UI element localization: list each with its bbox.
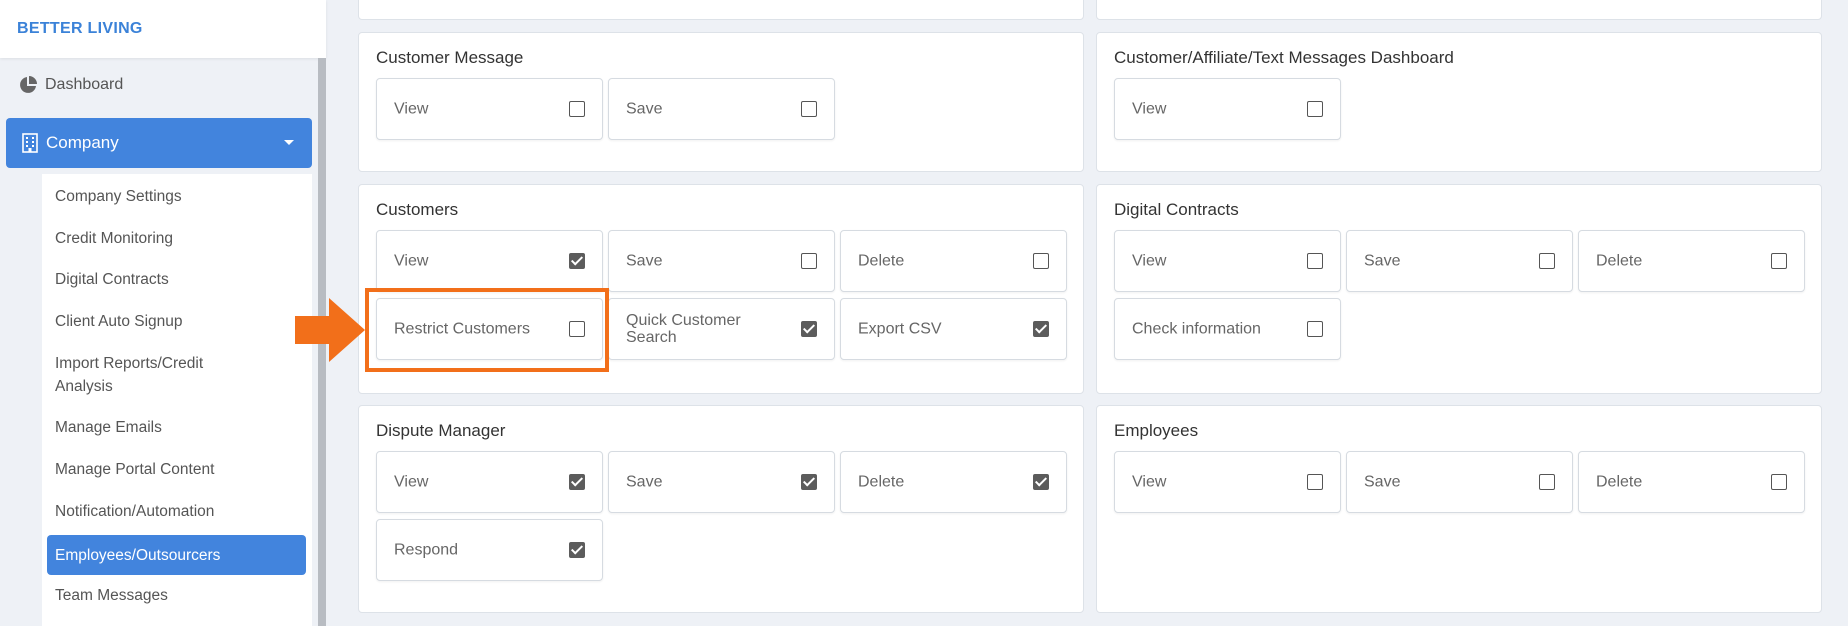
checkbox-unchecked[interactable] xyxy=(1307,253,1323,269)
sidebar: BETTER LIVING Dashboard Company Company … xyxy=(0,0,326,626)
checkbox-unchecked[interactable] xyxy=(1771,474,1787,490)
card-title: Customers xyxy=(376,200,459,219)
perm-delete[interactable]: Delete xyxy=(840,451,1067,513)
checkbox-unchecked[interactable] xyxy=(1307,101,1323,117)
perm-view[interactable]: View xyxy=(1114,451,1341,513)
card-customer-dashboard: Customer/Affiliate/Text Messages Dashboa… xyxy=(1096,32,1822,172)
checkbox-unchecked[interactable] xyxy=(1539,474,1555,490)
perm-label: Respond xyxy=(394,541,459,559)
checkbox-checked[interactable] xyxy=(1033,474,1049,490)
card-dispute-manager: Dispute Manager View Save Delete Respond xyxy=(358,405,1084,613)
card-customer-message: Customer Message View Save xyxy=(358,32,1084,172)
company-submenu: Company Settings Credit Monitoring Digit… xyxy=(42,174,312,626)
perm-label: View xyxy=(394,473,429,491)
perm-label: Check information xyxy=(1132,320,1261,338)
perm-label: Delete xyxy=(858,473,905,491)
submenu-item-notification-automation[interactable]: Notification/Automation xyxy=(55,500,214,523)
caret-down-icon xyxy=(284,140,294,145)
sidebar-item-company[interactable]: Company xyxy=(6,118,312,168)
perm-label: Delete xyxy=(1596,473,1643,491)
perm-delete[interactable]: Delete xyxy=(1578,230,1805,292)
checkbox-unchecked[interactable] xyxy=(569,101,585,117)
perm-delete[interactable]: Delete xyxy=(1578,451,1805,513)
checkbox-unchecked[interactable] xyxy=(1307,474,1323,490)
checkbox-unchecked[interactable] xyxy=(1539,253,1555,269)
perm-label: View xyxy=(1132,473,1167,491)
sidebar-item-dashboard[interactable]: Dashboard xyxy=(19,76,123,94)
perm-label: View xyxy=(394,100,429,118)
submenu-item-employees-outsourcers[interactable]: Employees/Outsourcers xyxy=(47,535,306,575)
checkbox-checked[interactable] xyxy=(569,474,585,490)
card-title: Employees xyxy=(1114,421,1199,440)
perm-save[interactable]: Save xyxy=(1346,230,1573,292)
checkbox-unchecked[interactable] xyxy=(1307,321,1323,337)
checkbox-unchecked[interactable] xyxy=(801,253,817,269)
pie-chart-icon xyxy=(20,76,37,93)
perm-label: Save xyxy=(1364,252,1401,270)
brand-logo-text[interactable]: BETTER LIVING xyxy=(17,20,143,38)
checkbox-checked[interactable] xyxy=(801,321,817,337)
submenu-item-manage-emails[interactable]: Manage Emails xyxy=(55,416,162,439)
card-title: Digital Contracts xyxy=(1114,200,1239,219)
perm-save[interactable]: Save xyxy=(608,78,835,140)
perm-save[interactable]: Save xyxy=(1346,451,1573,513)
perm-respond[interactable]: Respond xyxy=(376,519,603,581)
arrow-right-icon xyxy=(295,298,365,362)
checkbox-checked[interactable] xyxy=(569,253,585,269)
perm-view[interactable]: View xyxy=(1114,230,1341,292)
perm-export-csv[interactable]: Export CSV xyxy=(840,298,1067,360)
perm-label: Quick Customer Search xyxy=(626,312,741,346)
highlight-box xyxy=(365,288,609,372)
perm-label: View xyxy=(1132,100,1167,118)
perm-view[interactable]: View xyxy=(376,451,603,513)
perm-view[interactable]: View xyxy=(1114,78,1341,140)
checkbox-unchecked[interactable] xyxy=(1771,253,1787,269)
submenu-item-digital-contracts[interactable]: Digital Contracts xyxy=(55,268,169,291)
checkbox-checked[interactable] xyxy=(1033,321,1049,337)
perm-label: View xyxy=(394,252,429,270)
perm-save[interactable]: Save xyxy=(608,451,835,513)
perm-label: Save xyxy=(626,100,663,118)
checkbox-checked[interactable] xyxy=(801,474,817,490)
submenu-item-manage-portal-content[interactable]: Manage Portal Content xyxy=(55,458,214,481)
submenu-item-client-auto-signup[interactable]: Client Auto Signup xyxy=(55,310,183,333)
perm-save[interactable]: Save xyxy=(608,230,835,292)
submenu-item-import-reports[interactable]: Import Reports/Credit Analysis xyxy=(55,352,255,398)
brand-header: BETTER LIVING xyxy=(0,0,326,58)
submenu-item-company-settings[interactable]: Company Settings xyxy=(55,185,182,208)
perm-quick-customer-search[interactable]: Quick Customer Search xyxy=(608,298,835,360)
checkbox-unchecked[interactable] xyxy=(1033,253,1049,269)
perm-label: Export CSV xyxy=(858,320,942,338)
sidebar-item-label: Dashboard xyxy=(45,76,124,93)
perm-label: Delete xyxy=(858,252,905,270)
card-digital-contracts: Digital Contracts View Save Delete Check… xyxy=(1096,184,1822,394)
card-title: Dispute Manager xyxy=(376,421,506,440)
building-icon xyxy=(22,133,38,153)
perm-view[interactable]: View xyxy=(376,230,603,292)
permission-card-partial xyxy=(358,0,1084,20)
perm-label: Delete xyxy=(1596,252,1643,270)
perm-view[interactable]: View xyxy=(376,78,603,140)
perm-label: Save xyxy=(626,252,663,270)
perm-label: Save xyxy=(1364,473,1401,491)
card-employees: Employees View Save Delete xyxy=(1096,405,1822,613)
sidebar-item-label: Company xyxy=(46,133,119,152)
perm-label: View xyxy=(1132,252,1167,270)
permission-card-partial xyxy=(1096,0,1822,20)
checkbox-unchecked[interactable] xyxy=(801,101,817,117)
submenu-item-credit-monitoring[interactable]: Credit Monitoring xyxy=(55,227,173,250)
submenu-item-team-messages[interactable]: Team Messages xyxy=(55,584,168,607)
perm-delete[interactable]: Delete xyxy=(840,230,1067,292)
perm-label: Save xyxy=(626,473,663,491)
checkbox-checked[interactable] xyxy=(569,542,585,558)
perm-check-information[interactable]: Check information xyxy=(1114,298,1341,360)
card-title: Customer Message xyxy=(376,48,524,67)
card-title: Customer/Affiliate/Text Messages Dashboa… xyxy=(1114,48,1454,67)
